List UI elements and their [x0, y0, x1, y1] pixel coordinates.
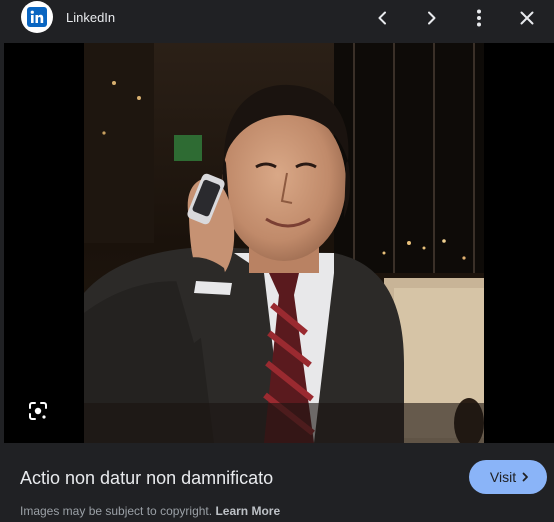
chevron-right-icon — [522, 472, 528, 482]
visit-button[interactable]: Visit — [469, 460, 547, 494]
source-name[interactable]: LinkedIn — [66, 10, 115, 26]
chevron-left-icon — [378, 11, 386, 25]
image-viewer[interactable] — [4, 43, 554, 443]
previous-button[interactable] — [367, 2, 399, 34]
linkedin-logo-icon[interactable] — [21, 1, 53, 33]
preview-header: LinkedIn — [0, 0, 554, 38]
learn-more-link[interactable]: Learn More — [215, 504, 280, 518]
preview-image[interactable] — [84, 43, 484, 443]
next-button[interactable] — [415, 2, 447, 34]
visit-button-label: Visit — [489, 469, 517, 485]
lens-search-button[interactable] — [24, 397, 52, 425]
lens-search-icon — [29, 402, 47, 420]
copyright-text: Images may be subject to copyright. — [20, 504, 213, 518]
image-title[interactable]: Actio non datur non damnificato — [20, 467, 273, 489]
close-button[interactable] — [511, 2, 543, 34]
more-options-button[interactable] — [463, 2, 495, 34]
close-icon — [520, 11, 534, 25]
copyright-notice: Images may be subject to copyright. Lear… — [20, 504, 280, 518]
chevron-right-icon — [428, 11, 436, 25]
image-preview-panel: LinkedIn Actio non datur non damnificato… — [0, 0, 554, 522]
more-vert-icon — [477, 9, 481, 27]
